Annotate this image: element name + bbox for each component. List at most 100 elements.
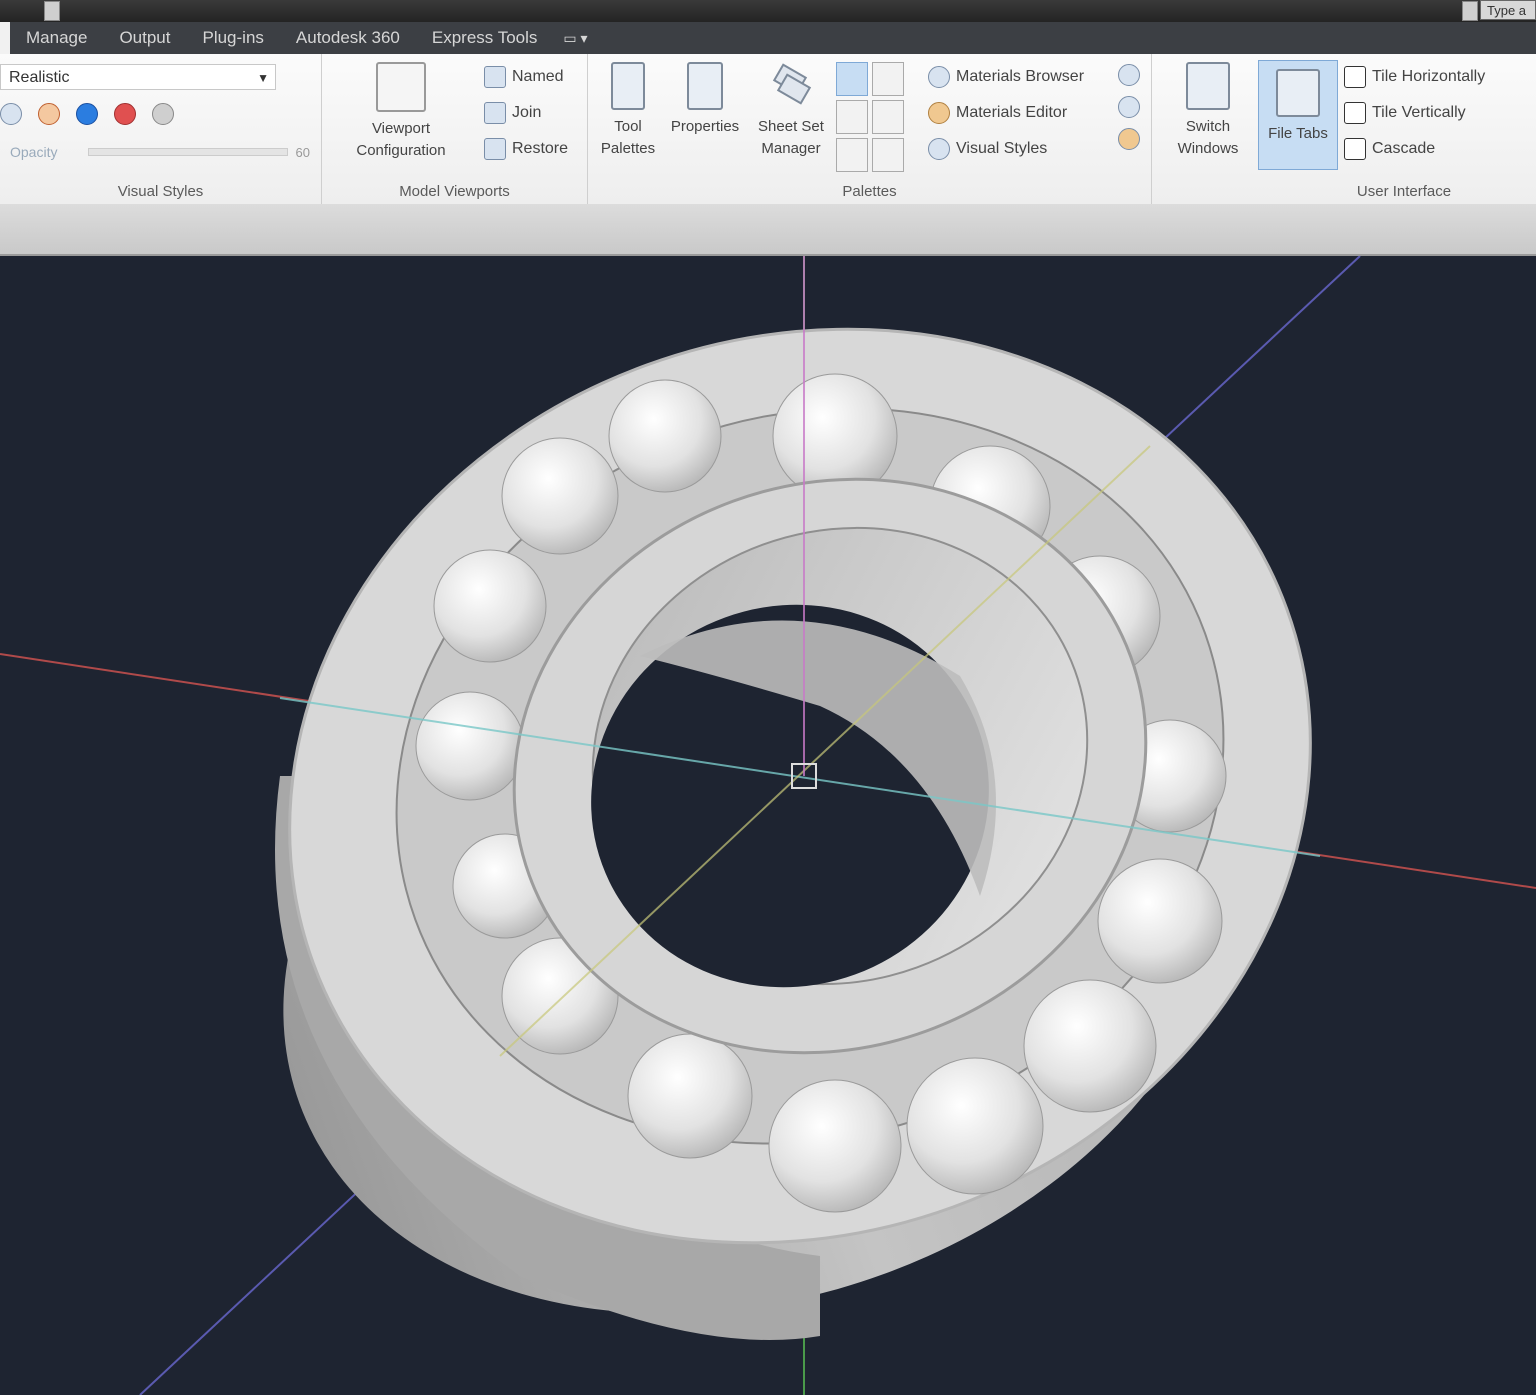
tab-express-tools[interactable]: Express Tools (416, 22, 554, 54)
ball-bearing-model[interactable] (160, 256, 1440, 1395)
named-label: Named (512, 68, 564, 85)
visual-styles-label: Visual Styles (956, 140, 1048, 157)
shadow-icon[interactable] (152, 103, 174, 125)
materials-browser-label: Materials Browser (956, 68, 1085, 85)
ball (1023, 979, 1157, 1113)
named-button[interactable]: Named (484, 64, 564, 90)
tile-vertical-icon (1344, 102, 1366, 124)
sheet-set-icon (767, 62, 815, 110)
render-icon[interactable] (1118, 128, 1140, 150)
sun-icon[interactable] (1118, 96, 1140, 118)
named-viewport-icon (484, 66, 506, 88)
join-button[interactable]: Join (484, 100, 541, 126)
switch-windows-line1: Switch (1185, 118, 1231, 135)
panel-title-user-interface: User Interface (1356, 183, 1452, 200)
quickcalc-icon[interactable] (872, 100, 904, 134)
edge-style-icon[interactable] (0, 103, 22, 125)
file-tabs-label: File Tabs (1268, 125, 1328, 142)
ribbon: Realistic ▼ Opacity 60 Visual Styles Vie… (0, 54, 1536, 205)
window-control[interactable] (1462, 1, 1478, 21)
title-bar: Type a (0, 0, 1536, 22)
tile-horizontally-button[interactable]: Tile Horizontally (1344, 64, 1485, 90)
opacity-label: Opacity (10, 144, 58, 160)
sheet-set-manager-button[interactable]: Sheet Set Manager (750, 62, 832, 160)
tab-plugins[interactable]: Plug-ins (186, 22, 279, 54)
switch-windows-line2: Windows (1177, 140, 1239, 157)
ball (415, 691, 525, 801)
search-input[interactable]: Type a (1480, 0, 1536, 20)
materials-editor-icon (928, 102, 950, 124)
opacity-track (88, 148, 288, 156)
materials-browser-button[interactable]: Materials Browser (928, 64, 1084, 90)
switch-windows-icon (1186, 62, 1230, 110)
palette-side-column (1118, 64, 1146, 150)
opacity-slider[interactable]: Opacity 60 (10, 140, 310, 164)
panel-model-viewports: Viewport Configuration Named Join Restor… (322, 54, 588, 204)
properties-icon (687, 62, 723, 110)
tool-palettes-line1: Tool (614, 118, 642, 135)
ball (627, 1033, 753, 1159)
tool-palettes-button[interactable]: Tool Palettes (592, 62, 664, 160)
markup-set-icon[interactable] (872, 138, 904, 172)
tile-horizontal-icon (1344, 66, 1366, 88)
tab-autodesk-360[interactable]: Autodesk 360 (280, 22, 416, 54)
restore-icon (484, 138, 506, 160)
switch-windows-button[interactable]: Switch Windows (1160, 62, 1256, 160)
palette-toggle-grid (836, 62, 906, 172)
active-tab[interactable] (0, 22, 10, 54)
ball (433, 549, 547, 663)
design-center-icon[interactable] (836, 138, 868, 172)
ball (1097, 858, 1223, 984)
ribbon-toggle-icon[interactable]: ▭ ▾ (563, 30, 587, 47)
viewport-configuration-button[interactable]: Viewport Configuration (336, 62, 466, 162)
cascade-button[interactable]: Cascade (1344, 136, 1435, 162)
drawing-viewport[interactable] (0, 256, 1536, 1395)
material-icon[interactable] (114, 103, 136, 125)
lights-icon[interactable] (1118, 64, 1140, 86)
tab-output[interactable]: Output (103, 22, 186, 54)
tile-vertically-label: Tile Vertically (1372, 104, 1466, 121)
viewport-config-line2: Configuration (356, 142, 446, 159)
file-tabs-icon (1276, 69, 1320, 117)
tile-vertically-button[interactable]: Tile Vertically (1344, 100, 1466, 126)
file-tabs-button[interactable]: File Tabs (1258, 60, 1338, 170)
tile-horizontally-label: Tile Horizontally (1372, 68, 1486, 85)
panel-title-model-viewports: Model Viewports (399, 183, 510, 200)
panel-user-interface: Switch Windows File Tabs Tile Horizontal… (1152, 54, 1536, 204)
sheet-set-graphic (772, 63, 812, 105)
tab-manage[interactable]: Manage (10, 22, 103, 54)
materials-editor-label: Materials Editor (956, 104, 1068, 121)
viewport-config-line1: Viewport (371, 120, 431, 137)
sheet-set-line2: Manager (761, 140, 821, 157)
external-refs-icon[interactable] (836, 100, 868, 134)
panel-title-visual-styles[interactable]: Visual Styles (0, 183, 321, 200)
join-icon (484, 102, 506, 124)
ball (768, 1079, 902, 1213)
ball (608, 379, 722, 493)
join-label: Join (512, 104, 542, 121)
panel-visual-styles: Realistic ▼ Opacity 60 Visual Styles (0, 54, 322, 204)
cascade-label: Cascade (1372, 140, 1436, 157)
panel-title-palettes[interactable]: Palettes (588, 183, 1151, 200)
window-control[interactable] (44, 1, 60, 21)
properties-label: Properties (670, 118, 740, 135)
restore-button[interactable]: Restore (484, 136, 568, 162)
visual-styles-manager-button[interactable]: Visual Styles (928, 136, 1047, 162)
tool-palettes-icon (611, 62, 645, 110)
command-line-toggle-icon[interactable] (836, 62, 868, 96)
viewport-icon (376, 62, 426, 112)
visual-style-value: Realistic (9, 69, 70, 86)
panel-palettes: Tool Palettes Properties Sheet Set Manag… (588, 54, 1152, 204)
visual-style-dropdown[interactable]: Realistic ▼ (0, 64, 276, 90)
sphere-icon[interactable] (76, 103, 98, 125)
file-tab-strip (0, 204, 1536, 256)
opacity-value: 60 (295, 144, 310, 160)
lighting-icon[interactable] (38, 103, 60, 125)
viewport-canvas[interactable] (0, 256, 1536, 1395)
properties-button[interactable]: Properties (664, 62, 746, 138)
layer-toggle-icon[interactable] (872, 62, 904, 96)
materials-browser-icon (928, 66, 950, 88)
materials-editor-button[interactable]: Materials Editor (928, 100, 1067, 126)
sheet-set-line1: Sheet Set (758, 118, 824, 135)
visual-styles-icon (928, 138, 950, 160)
